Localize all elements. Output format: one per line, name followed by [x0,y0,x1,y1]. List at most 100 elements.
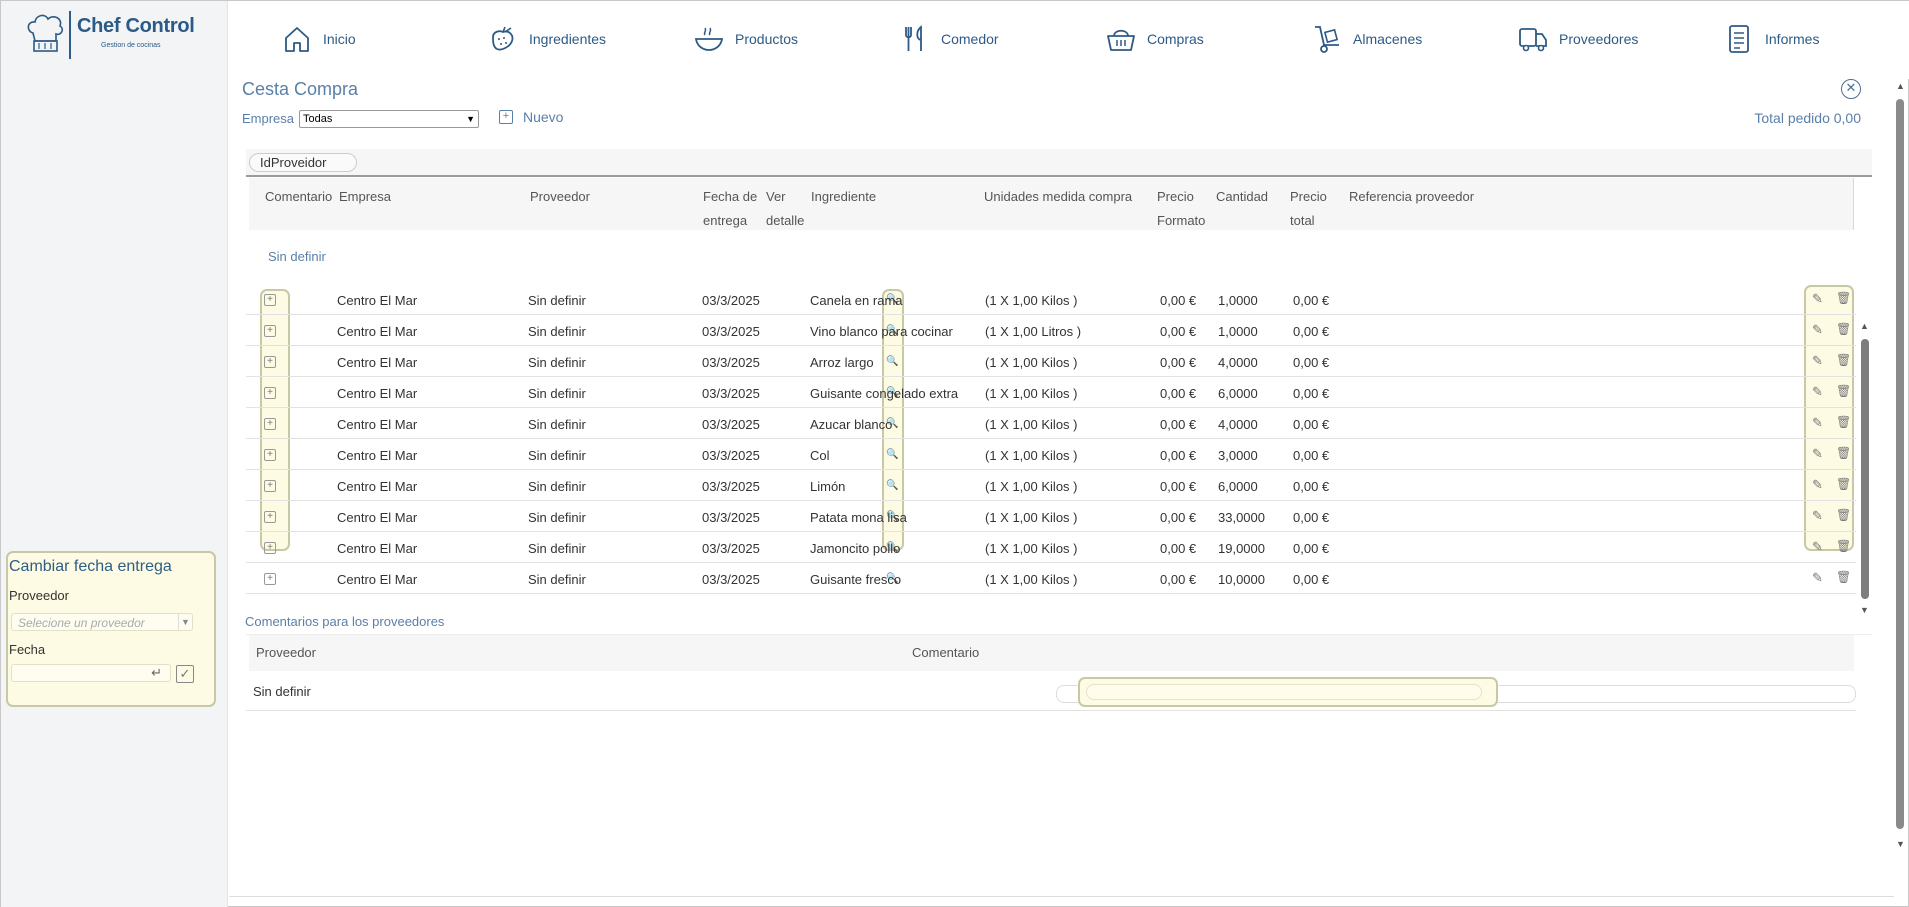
col-proveedor[interactable]: Proveedor [256,645,316,660]
add-comment-icon[interactable]: + [264,511,276,523]
close-icon[interactable]: ✕ [1841,79,1861,99]
cutlery-icon [905,25,922,51]
magnifier-icon[interactable]: 🔍 [886,449,898,460]
comment-input[interactable] [1086,684,1482,700]
cell-unidades: (1 X 1,00 Kilos ) [985,510,1078,525]
trash-icon[interactable]: 🗑 [1836,570,1851,584]
cell-precio-formato: 0,00 € [1160,355,1197,370]
table-row[interactable]: + Centro El Mar Sin definir 03/3/2025 🔍 … [246,378,1856,408]
table-row[interactable]: + Centro El Mar Sin definir 03/3/2025 🔍 … [246,347,1856,377]
nav-compras[interactable]: Compras [1105,19,1204,59]
chevron-down-icon[interactable]: ▼ [178,614,192,630]
nav-productos[interactable]: Productos [693,19,798,59]
col-referencia[interactable]: Referencia proveedor [1349,185,1474,209]
scrollbar-thumb[interactable] [1861,339,1869,599]
trash-icon[interactable]: 🗑 [1836,508,1851,522]
empresa-label: Empresa [242,111,295,126]
cell-proveedor: Sin definir [528,510,586,525]
trash-icon[interactable]: 🗑 [1836,415,1851,429]
add-comment-icon[interactable]: + [264,387,276,399]
add-comment-icon[interactable]: + [264,573,276,585]
table-row[interactable]: + Centro El Mar Sin definir 03/3/2025 🔍 … [246,564,1856,594]
trash-icon[interactable]: 🗑 [1836,477,1851,491]
trash-icon[interactable]: 🗑 [1836,322,1851,336]
add-comment-icon[interactable]: + [264,480,276,492]
enter-icon[interactable]: ↵ [151,665,162,681]
edit-pencil-icon[interactable]: ✎ [1812,384,1823,400]
trash-icon[interactable]: 🗑 [1836,446,1851,460]
nav-comedor[interactable]: Comedor [899,19,999,59]
add-comment-icon[interactable]: + [264,449,276,461]
cell-empresa: Centro El Mar [337,417,418,432]
edit-pencil-icon[interactable]: ✎ [1812,353,1823,369]
brand-subtitle: Gestion de cocinas [101,42,161,49]
grid-scrollbar[interactable]: ▲ ▼ [1860,321,1870,617]
page-scrollbar[interactable]: ▲ ▼ [1894,81,1906,851]
scroll-up-icon[interactable]: ▲ [1860,321,1869,331]
edit-pencil-icon[interactable]: ✎ [1812,322,1823,338]
add-comment-icon[interactable]: + [264,325,276,337]
table-row[interactable]: + Centro El Mar Sin definir 03/3/2025 🔍 … [246,533,1856,563]
fecha-input[interactable]: ↵ [11,664,171,682]
panel-title: Cambiar fecha entrega [9,558,172,575]
scroll-down-icon[interactable]: ▼ [1896,839,1905,849]
trash-icon[interactable]: 🗑 [1836,291,1851,305]
proveedor-select[interactable]: Selecione un proveedor ▼ [11,613,193,631]
comment-input-highlight[interactable] [1078,677,1498,707]
table-row[interactable]: + Centro El Mar Sin definir 03/3/2025 🔍 … [246,316,1856,346]
table-row[interactable]: + Centro El Mar Sin definir 03/3/2025 🔍 … [246,471,1856,501]
edit-pencil-icon[interactable]: ✎ [1812,291,1823,307]
col-proveedor[interactable]: Proveedor [530,185,590,209]
edit-pencil-icon[interactable]: ✎ [1812,446,1823,462]
table-row[interactable]: + Centro El Mar Sin definir 03/3/2025 🔍 … [246,409,1856,439]
scroll-down-icon[interactable]: ▼ [1860,605,1869,615]
plus-box-icon: + [499,110,513,124]
nav-ingredientes[interactable]: Ingredientes [487,19,606,59]
cell-empresa: Centro El Mar [337,479,418,494]
add-comment-icon[interactable]: + [264,294,276,306]
col-comentario[interactable]: Comentario [912,645,979,660]
col-precio-total[interactable]: Precio total [1290,185,1327,233]
col-precio-formato[interactable]: Precio Formato [1157,185,1205,233]
trash-icon[interactable]: 🗑 [1836,539,1851,553]
col-unidades[interactable]: Unidades medida compra [984,185,1132,209]
group-row-label[interactable]: Sin definir [268,249,326,264]
table-row[interactable]: + Centro El Mar Sin definir 03/3/2025 🔍 … [246,440,1856,470]
trash-icon[interactable]: 🗑 [1836,353,1851,367]
trash-icon[interactable]: 🗑 [1836,384,1851,398]
col-fecha-line1: Fecha de [703,189,758,204]
edit-pencil-icon[interactable]: ✎ [1812,508,1823,524]
col-comentario[interactable]: Comentario [265,185,332,209]
add-comment-icon[interactable]: + [264,542,276,554]
nav-inicio[interactable]: Inicio [281,19,356,59]
group-chip-idproveedor[interactable]: IdProveidor [249,153,357,172]
edit-pencil-icon[interactable]: ✎ [1812,415,1823,431]
col-fecha-entrega[interactable]: Fecha de entrega [703,185,757,233]
logo[interactable]: Chef Control Gestion de cocinas [23,9,213,59]
col-ingrediente[interactable]: Ingrediente [811,185,876,209]
edit-pencil-icon[interactable]: ✎ [1812,539,1823,555]
col-empresa[interactable]: Empresa [339,185,391,209]
add-comment-icon[interactable]: + [264,418,276,430]
edit-pencil-icon[interactable]: ✎ [1812,477,1823,493]
add-comment-icon[interactable]: + [264,356,276,368]
magnifier-icon[interactable]: 🔍 [886,356,898,367]
col-ver-detalle[interactable]: Ver detalle [766,185,804,233]
table-row[interactable]: + Centro El Mar Sin definir 03/3/2025 🔍 … [246,285,1856,315]
table-row[interactable]: + Centro El Mar Sin definir 03/3/2025 🔍 … [246,502,1856,532]
page-scrollbar-thumb[interactable] [1896,99,1904,829]
home-icon [285,27,309,52]
cell-precio-total: 0,00 € [1293,293,1330,308]
nav-almacenes[interactable]: Almacenes [1311,19,1422,59]
nuevo-button[interactable]: + Nuevo [499,109,563,125]
edit-pencil-icon[interactable]: ✎ [1812,570,1823,586]
nav-informes[interactable]: Informes [1723,19,1819,59]
truck-icon [1519,28,1547,52]
magnifier-icon[interactable]: 🔍 [886,480,898,491]
scroll-up-icon[interactable]: ▲ [1896,81,1905,91]
empresa-select[interactable]: Todas ▼ [299,110,479,128]
cell-precio-formato: 0,00 € [1160,510,1197,525]
col-cantidad[interactable]: Cantidad [1216,185,1268,209]
nav-proveedores[interactable]: Proveedores [1517,19,1638,59]
confirm-checkbox-icon[interactable]: ✓ [176,665,194,683]
